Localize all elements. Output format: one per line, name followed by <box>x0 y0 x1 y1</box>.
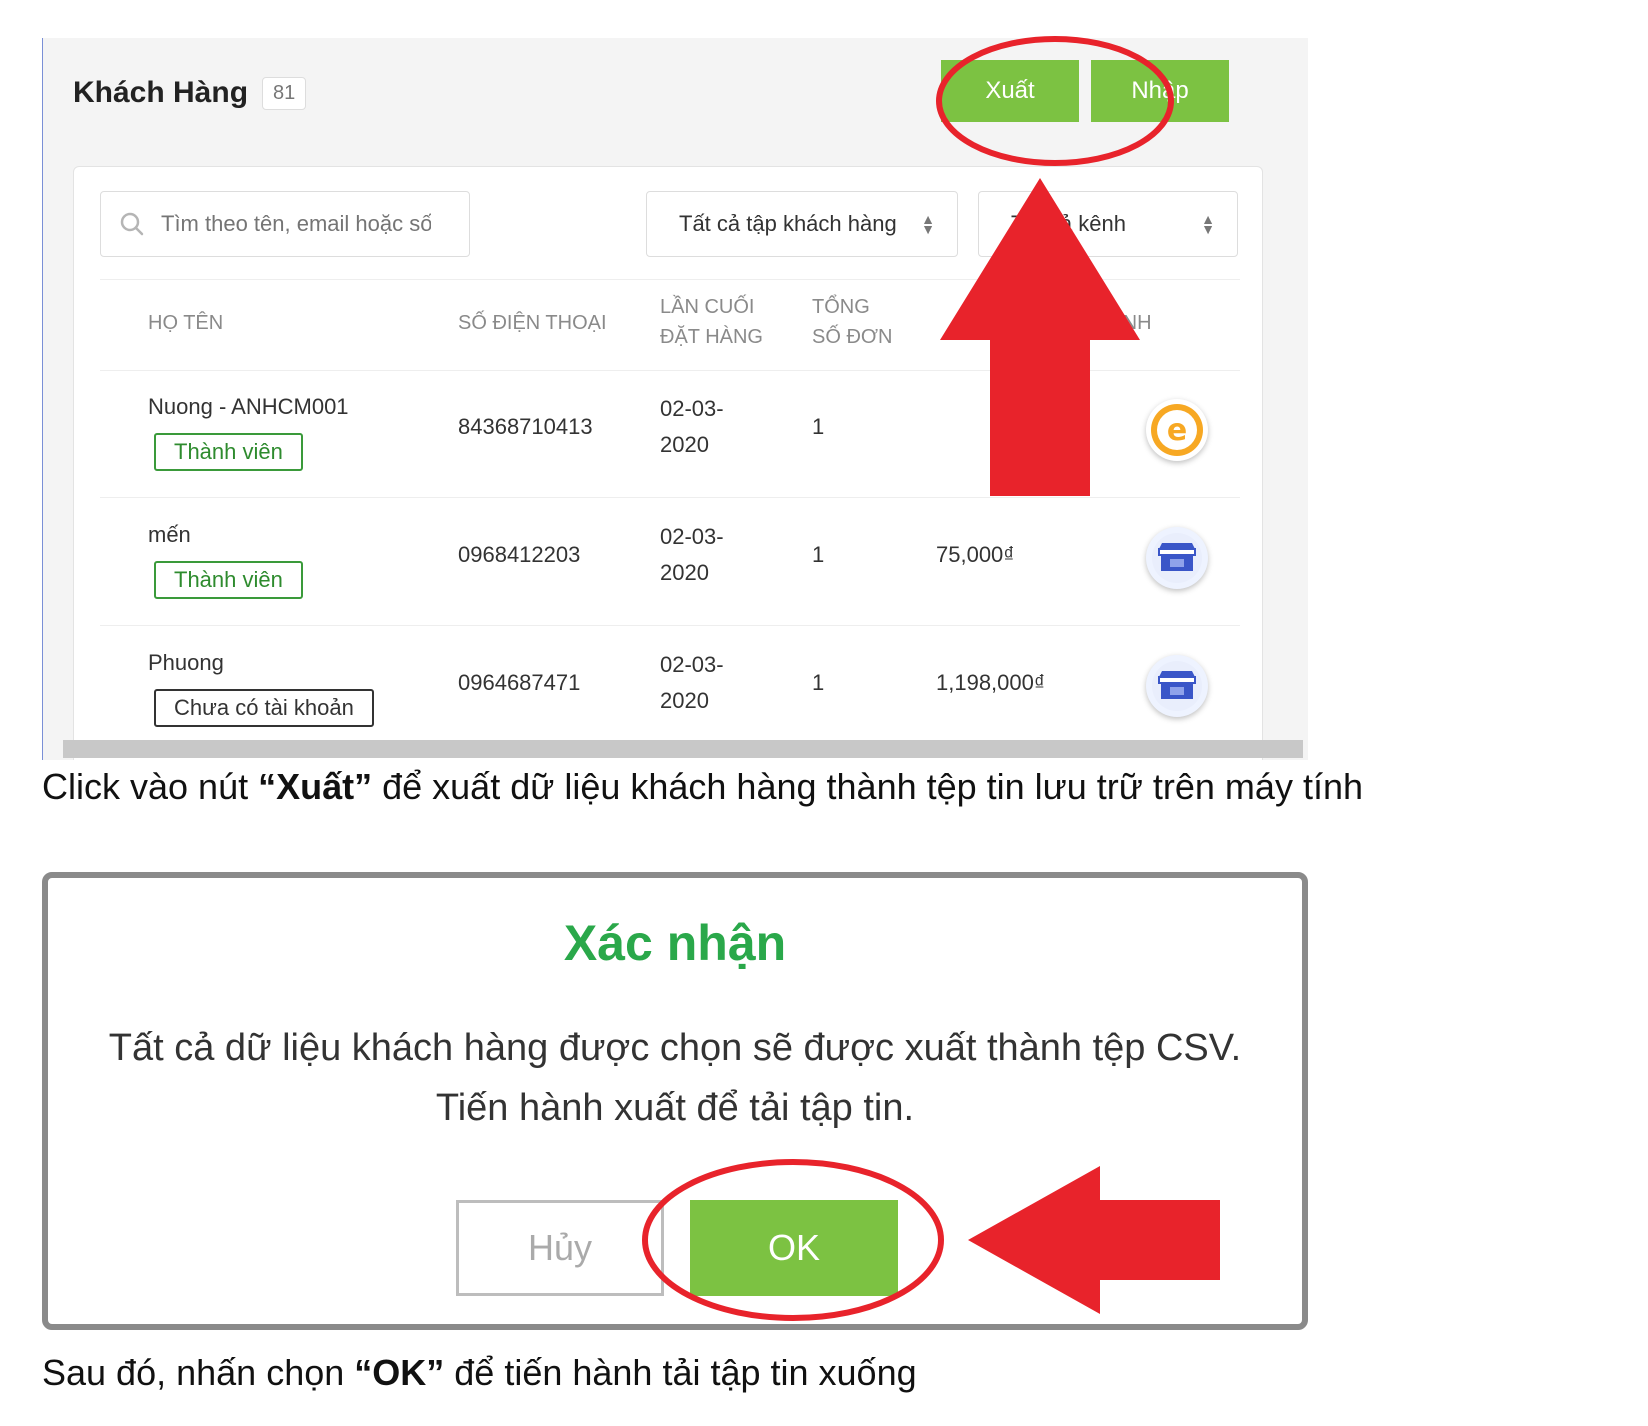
customer-list-screenshot: Khách Hàng 81 Xuất Nhập Tất cả tập khách… <box>42 38 1308 760</box>
caption-ok: Sau đó, nhấn chọn “OK” để tiến hành tải … <box>42 1352 917 1394</box>
search-icon <box>120 212 144 236</box>
table-row[interactable]: Nuong - ANHCM001 Thành viên 84368710413 … <box>100 369 1240 498</box>
caption-export-bold: “Xuất” <box>258 766 373 807</box>
customer-phone: 0964687471 <box>458 670 581 695</box>
table-header: HỌ TÊN SỐ ĐIỆN THOẠI LẦN CUỐI ĐẶT HÀNG T… <box>100 279 1240 371</box>
customer-name[interactable]: Nuong - ANHCM001 <box>148 389 349 425</box>
segment-filter-select[interactable]: Tất cả tập khách hàng ▲ ▼ <box>646 191 958 257</box>
caption-export-text: Click vào nút <box>42 766 259 807</box>
col-last-order-line1: LẦN CUỐI <box>660 296 755 318</box>
customer-phone: 0968412203 <box>458 542 581 567</box>
last-order-date: 02-03- 2020 <box>660 647 724 719</box>
table-row[interactable]: mến Thành viên 0968412203 02-03- 2020 1 … <box>100 497 1240 626</box>
ecommerce-e-icon: e <box>1146 399 1208 461</box>
page-header: Khách Hàng 81 <box>73 76 307 110</box>
export-button[interactable]: Xuất <box>941 60 1079 122</box>
customer-count-badge: 81 <box>262 76 307 110</box>
col-total-orders-line1: TỔNG <box>812 296 870 318</box>
date-line2: 2020 <box>660 560 709 585</box>
select-arrows-icon: ▲ ▼ <box>921 211 935 237</box>
order-count: 1 <box>812 542 825 567</box>
caption-export: Click vào nút “Xuất” để xuất dữ liệu khá… <box>42 766 1363 808</box>
select-arrows-icon: ▲ ▼ <box>1201 211 1215 237</box>
col-last-order: LẦN CUỐI ĐẶT HÀNG <box>660 292 763 352</box>
customer-name[interactable]: Phuong <box>148 645 224 681</box>
order-total: 75,000₫ <box>936 542 1015 567</box>
caption-ok-text: Sau đó, nhấn chọn <box>42 1352 355 1393</box>
horizontal-scrollbar[interactable] <box>63 740 1303 758</box>
col-total-orders-line2: SỐ ĐƠN <box>812 326 893 348</box>
col-last-order-line2: ĐẶT HÀNG <box>660 326 763 348</box>
cancel-button[interactable]: Hủy <box>456 1200 664 1296</box>
col-phone: SỐ ĐIỆN THOẠI <box>458 312 607 334</box>
dialog-message: Tất cả dữ liệu khách hàng được chọn sẽ đ… <box>108 1027 1242 1129</box>
search-input[interactable] <box>159 210 433 238</box>
member-tag: Thành viên <box>154 433 303 471</box>
date-line2: 2020 <box>660 432 709 457</box>
channel-filter-select[interactable]: Tất cả kênh ▲ ▼ <box>978 191 1238 257</box>
dialog-title: Xác nhận <box>563 915 787 971</box>
no-account-tag: Chưa có tài khoản <box>154 689 374 727</box>
search-field[interactable] <box>100 191 470 257</box>
table-row[interactable]: Phuong Chưa có tài khoản 0964687471 02-0… <box>100 625 1240 753</box>
caption-ok-text-end: để tiến hành tải tập tin xuống <box>444 1352 917 1393</box>
date-line1: 02-03- <box>660 524 724 549</box>
col-total-orders: TỔNG SỐ ĐƠN <box>812 292 893 352</box>
customer-phone: 84368710413 <box>458 414 593 439</box>
customer-table-card: Tất cả tập khách hàng ▲▼ Tất cả kênh ▲▼ … <box>73 166 1263 760</box>
col-name: HỌ TÊN <box>148 312 224 334</box>
order-count: 1 <box>812 670 825 695</box>
customer-name[interactable]: mến <box>148 517 191 553</box>
ok-button[interactable]: OK <box>690 1200 898 1296</box>
date-line2: 2020 <box>660 688 709 713</box>
order-total: 1,198,000₫ <box>936 670 1046 695</box>
member-tag: Thành viên <box>154 561 303 599</box>
import-button[interactable]: Nhập <box>1091 60 1229 122</box>
storefront-icon <box>1146 527 1208 589</box>
segment-filter-value: Tất cả tập khách hàng <box>679 211 897 236</box>
last-order-date: 02-03- 2020 <box>660 391 724 463</box>
order-count: 1 <box>812 414 825 439</box>
last-order-date: 02-03- 2020 <box>660 519 724 591</box>
channel-filter-value: Tất cả kênh <box>1011 211 1126 236</box>
confirm-dialog: Xác nhận Tất cả dữ liệu khách hàng được … <box>42 872 1308 1330</box>
caption-ok-bold: “OK” <box>354 1352 445 1393</box>
svg-text:e: e <box>1167 413 1187 448</box>
date-line1: 02-03- <box>660 652 724 677</box>
storefront-icon <box>1146 655 1208 717</box>
date-line1: 02-03- <box>660 396 724 421</box>
col-channel: KÊNH <box>1096 312 1152 334</box>
caption-export-text-end: để xuất dữ liệu khách hàng thành tệp tin… <box>372 766 1363 807</box>
page-title: Khách Hàng <box>73 76 249 109</box>
